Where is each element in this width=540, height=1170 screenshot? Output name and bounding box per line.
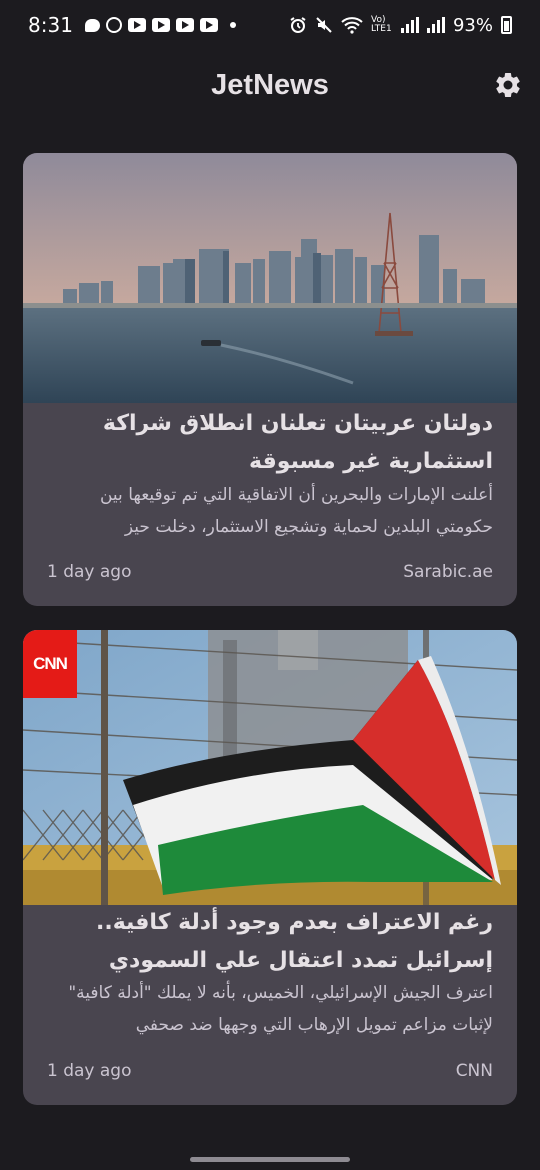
article-source: Sarabic.ae bbox=[403, 562, 493, 582]
article-image-palestinian-flag bbox=[23, 630, 517, 905]
whatsapp-icon bbox=[105, 17, 122, 33]
home-indicator[interactable] bbox=[190, 1157, 350, 1162]
status-right: Vo) LTE1 93% bbox=[289, 15, 512, 36]
article-source: CNN bbox=[455, 1061, 493, 1081]
youtube-icon bbox=[151, 18, 170, 32]
signal-icon bbox=[426, 17, 445, 33]
article-card[interactable]: دولتان عربيتان تعلنان انطلاق شراكة استثم… bbox=[23, 153, 517, 606]
app-title: JetNews bbox=[211, 68, 329, 101]
network-label: Vo) LTE1 bbox=[370, 15, 392, 34]
article-footer: 1 day ago Sarabic.ae bbox=[47, 562, 493, 582]
article-time: 1 day ago bbox=[47, 1061, 132, 1081]
app-bar: JetNews bbox=[0, 50, 540, 120]
article-card[interactable]: CNN رغم الاعتراف بعدم وجود أدلة كافية.. … bbox=[23, 630, 517, 1105]
gear-icon bbox=[496, 72, 520, 97]
article-summary: أعلنت الإمارات والبحرين أن الاتفاقية الت… bbox=[99, 485, 493, 537]
battery-icon bbox=[501, 16, 512, 34]
settings-button[interactable] bbox=[492, 69, 524, 101]
cnn-logo: CNN bbox=[23, 630, 77, 698]
article-footer: 1 day ago CNN bbox=[47, 1061, 493, 1081]
mute-icon bbox=[316, 17, 332, 33]
status-time: 8:31 bbox=[28, 13, 73, 37]
status-bar: 8:31 Vo) LTE1 93% bbox=[0, 0, 540, 50]
article-summary: اعترف الجيش الإسرائيلي، الخميس، بأنه لا … bbox=[68, 983, 493, 1035]
article-title: رغم الاعتراف بعدم وجود أدلة كافية.. إسرا… bbox=[95, 910, 493, 973]
alarm-icon bbox=[290, 17, 306, 33]
battery-percent: 93% bbox=[452, 14, 493, 36]
youtube-icon bbox=[199, 18, 218, 32]
message-icon bbox=[84, 18, 100, 32]
youtube-icon bbox=[127, 18, 146, 32]
youtube-icon bbox=[175, 18, 194, 32]
status-left: 8:31 bbox=[28, 13, 236, 37]
article-time: 1 day ago bbox=[47, 562, 132, 582]
wifi-icon bbox=[341, 17, 363, 34]
article-image-city-skyline bbox=[23, 153, 517, 403]
article-title: دولتان عربيتان تعلنان انطلاق شراكة استثم… bbox=[102, 411, 493, 474]
more-notifications-icon bbox=[229, 22, 236, 28]
signal-icon bbox=[400, 17, 419, 33]
